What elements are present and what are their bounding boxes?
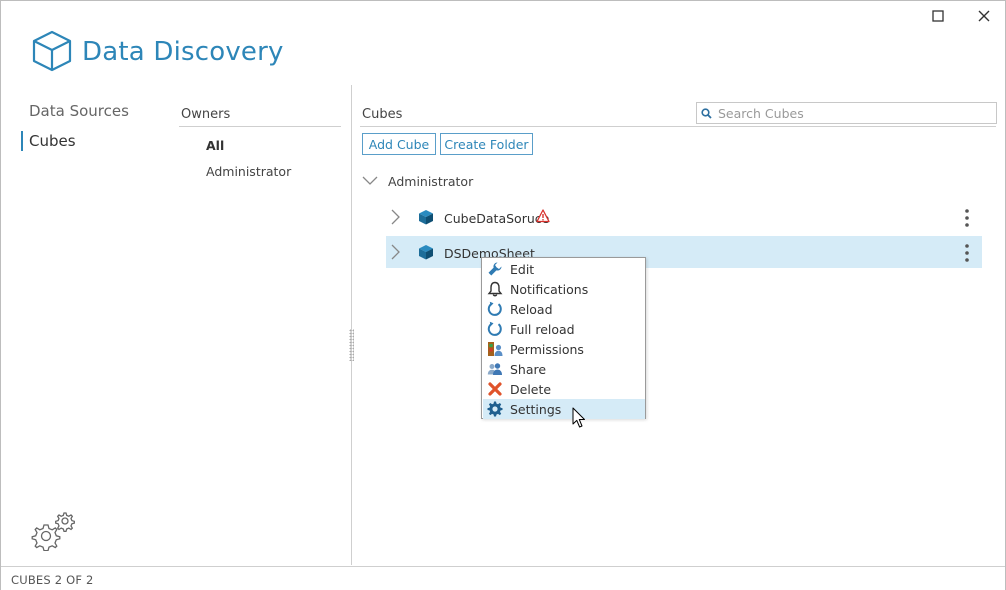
status-bar: CUBES 2 OF 2 — [1, 566, 1005, 590]
bell-icon — [486, 280, 504, 298]
cube-row[interactable]: CubeDataSoruce — [386, 201, 982, 233]
menu-item-full-reload[interactable]: Full reload — [483, 319, 645, 339]
cube-icon — [419, 210, 433, 225]
search-box[interactable] — [696, 102, 997, 124]
wrench-icon — [486, 260, 504, 278]
splitter-handle[interactable] — [349, 329, 354, 361]
menu-item-notifications[interactable]: Notifications — [483, 279, 645, 299]
reload-icon — [486, 300, 504, 318]
create-folder-button[interactable]: Create Folder — [440, 133, 533, 155]
mouse-cursor-icon — [572, 407, 585, 428]
delete-icon — [486, 380, 504, 398]
more-vertical-icon[interactable] — [960, 243, 974, 263]
full-reload-icon — [486, 320, 504, 338]
maximize-icon — [932, 10, 944, 22]
gears-icon[interactable] — [31, 511, 77, 551]
context-menu: Edit Notifications Reload Full reload Pe… — [481, 257, 646, 419]
more-vertical-icon[interactable] — [960, 208, 974, 228]
gear-icon — [486, 400, 504, 418]
app-title: Data Discovery — [82, 37, 284, 67]
menu-item-share[interactable]: Share — [483, 359, 645, 379]
cube-row-selected[interactable]: DSDemoSheet — [386, 236, 982, 268]
maximize-button[interactable] — [923, 5, 953, 27]
warning-icon — [536, 209, 550, 223]
chevron-down-icon[interactable] — [362, 172, 378, 188]
menu-item-settings[interactable]: Settings — [483, 399, 645, 419]
owners-header: Owners — [181, 107, 231, 122]
cubes-divider — [360, 126, 996, 127]
group-label-administrator[interactable]: Administrator — [388, 174, 473, 189]
menu-item-delete[interactable]: Delete — [483, 379, 645, 399]
cube-icon — [419, 245, 433, 260]
search-input[interactable] — [718, 105, 988, 121]
chevron-right-icon[interactable] — [388, 244, 402, 260]
cubes-header: Cubes — [362, 107, 403, 122]
cube-outline-icon — [32, 30, 72, 72]
chevron-right-icon[interactable] — [388, 209, 402, 225]
permissions-icon — [486, 340, 504, 358]
search-icon — [701, 107, 712, 119]
cube-name: CubeDataSoruce — [444, 211, 550, 226]
nav-item-cubes[interactable]: Cubes — [29, 132, 76, 150]
menu-item-reload[interactable]: Reload — [483, 299, 645, 319]
menu-item-permissions[interactable]: Permissions — [483, 339, 645, 359]
close-button[interactable] — [969, 5, 999, 27]
panel-splitter — [351, 85, 352, 565]
nav-active-indicator — [21, 131, 23, 151]
owners-divider — [179, 126, 341, 127]
add-cube-button[interactable]: Add Cube — [362, 133, 436, 155]
app-window: Data Discovery Data Sources Cubes Owners… — [0, 0, 1006, 590]
owner-item-administrator[interactable]: Administrator — [206, 164, 291, 179]
share-icon — [486, 360, 504, 378]
close-icon — [978, 10, 990, 22]
status-text: CUBES 2 OF 2 — [11, 573, 94, 587]
nav-item-data-sources[interactable]: Data Sources — [29, 102, 129, 120]
menu-item-edit[interactable]: Edit — [483, 259, 645, 279]
owner-item-all[interactable]: All — [206, 138, 224, 153]
